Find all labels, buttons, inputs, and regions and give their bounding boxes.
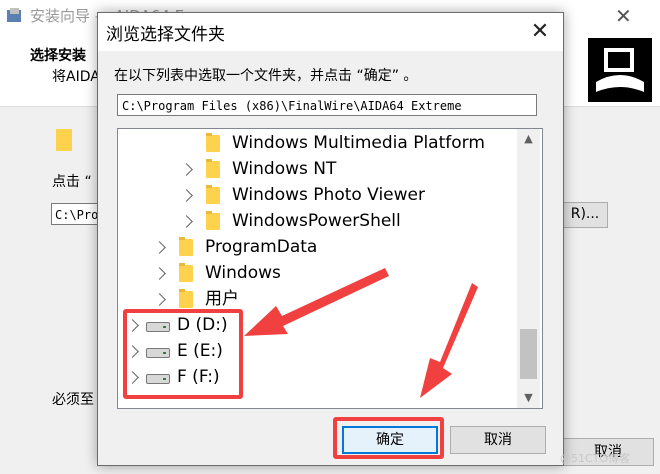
arrow-to-drives-icon: [244, 268, 389, 336]
arrow-to-ok-icon: [420, 283, 478, 398]
watermark: @51CTO博客: [560, 452, 631, 465]
annotation-arrows: [244, 268, 478, 398]
